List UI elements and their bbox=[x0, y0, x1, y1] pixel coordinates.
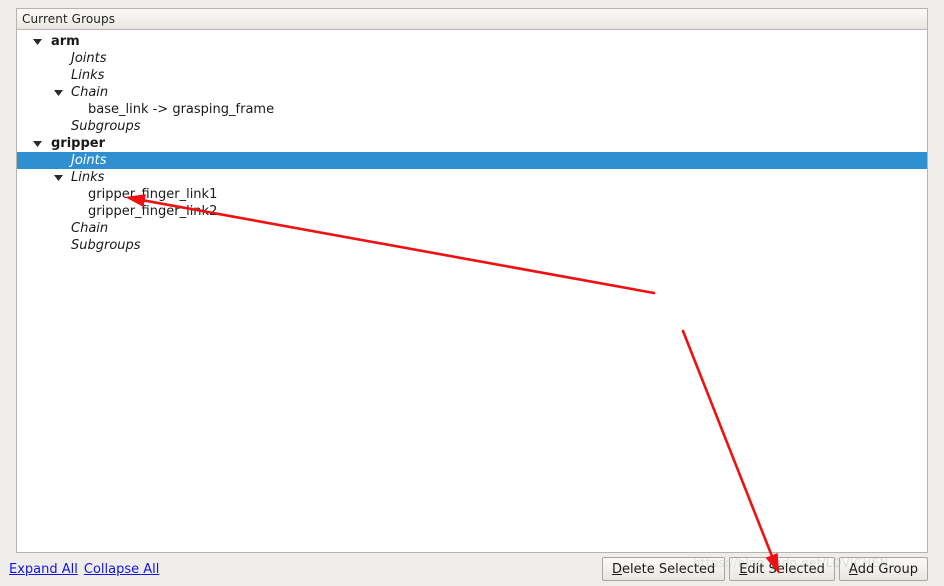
tree-row-label: gripper_finger_link1 bbox=[88, 187, 218, 202]
tree-row-label: Links bbox=[71, 68, 105, 83]
tree-row[interactable]: Joints bbox=[17, 50, 927, 67]
tree-row[interactable]: gripper_finger_link1 bbox=[17, 186, 927, 203]
tree-row[interactable]: Chain bbox=[17, 84, 927, 101]
tree-row[interactable]: Chain bbox=[17, 220, 927, 237]
tree-row[interactable]: gripper bbox=[17, 135, 927, 152]
chevron-down-icon[interactable] bbox=[32, 33, 43, 50]
add-group-mnemonic: A bbox=[848, 561, 858, 577]
tree-row[interactable]: Subgroups bbox=[17, 118, 927, 135]
tree-row-label: gripper_finger_link2 bbox=[88, 204, 218, 219]
tree-row-label: Joints bbox=[71, 153, 107, 168]
tree-row-label: Chain bbox=[71, 85, 109, 100]
collapse-all-link[interactable]: Collapse All bbox=[84, 562, 160, 577]
tree-row-label: base_link -> grasping_frame bbox=[88, 102, 275, 117]
tree-row[interactable]: base_link -> grasping_frame bbox=[17, 101, 927, 118]
add-group-label: dd Group bbox=[857, 561, 918, 577]
chevron-down-icon[interactable] bbox=[53, 84, 64, 101]
expand-all-link[interactable]: Expand All bbox=[9, 562, 78, 577]
add-group-button[interactable]: Add Group bbox=[838, 557, 928, 581]
tree-row-label: Subgroups bbox=[71, 119, 141, 134]
tree-row-label: Joints bbox=[71, 51, 107, 66]
tree-row-label: gripper bbox=[51, 136, 106, 151]
chevron-down-icon[interactable] bbox=[53, 169, 64, 186]
delete-selected-button[interactable]: Delete Selected bbox=[601, 557, 726, 581]
edit-selected-label: dit Selected bbox=[747, 561, 825, 577]
bottom-toolbar: Expand All Collapse All Delete Selected … bbox=[0, 556, 944, 586]
tree-row[interactable]: Links bbox=[17, 169, 927, 186]
edit-selected-button[interactable]: Edit Selected bbox=[729, 557, 835, 581]
panel-header-title: Current Groups bbox=[22, 12, 116, 26]
chevron-down-icon[interactable] bbox=[32, 135, 43, 152]
groups-tree-view[interactable]: arm Joints Links Chain base_link -> grasping… bbox=[17, 30, 927, 552]
edit-selected-mnemonic: E bbox=[739, 561, 748, 577]
tree-row[interactable]: Joints bbox=[17, 152, 927, 169]
tree-row[interactable]: arm bbox=[17, 33, 927, 50]
tree-row-label: arm bbox=[51, 34, 80, 49]
tree-action-links: Expand All Collapse All bbox=[9, 562, 159, 577]
panel-header: Current Groups bbox=[17, 9, 927, 30]
current-groups-panel: Current Groups arm Joints Links Chain base_l… bbox=[16, 8, 928, 553]
delete-selected-mnemonic: D bbox=[611, 561, 622, 577]
tree-row[interactable]: gripper_finger_link2 bbox=[17, 203, 927, 220]
tree-row-label: Chain bbox=[71, 221, 109, 236]
tree-row[interactable]: Links bbox=[17, 67, 927, 84]
tree-row-label: Links bbox=[71, 170, 105, 185]
tree-row-label: Subgroups bbox=[71, 238, 141, 253]
delete-selected-label: elete Selected bbox=[622, 561, 716, 577]
tree-row[interactable]: Subgroups bbox=[17, 237, 927, 254]
group-action-buttons: Delete Selected Edit Selected Add Group bbox=[601, 557, 928, 581]
